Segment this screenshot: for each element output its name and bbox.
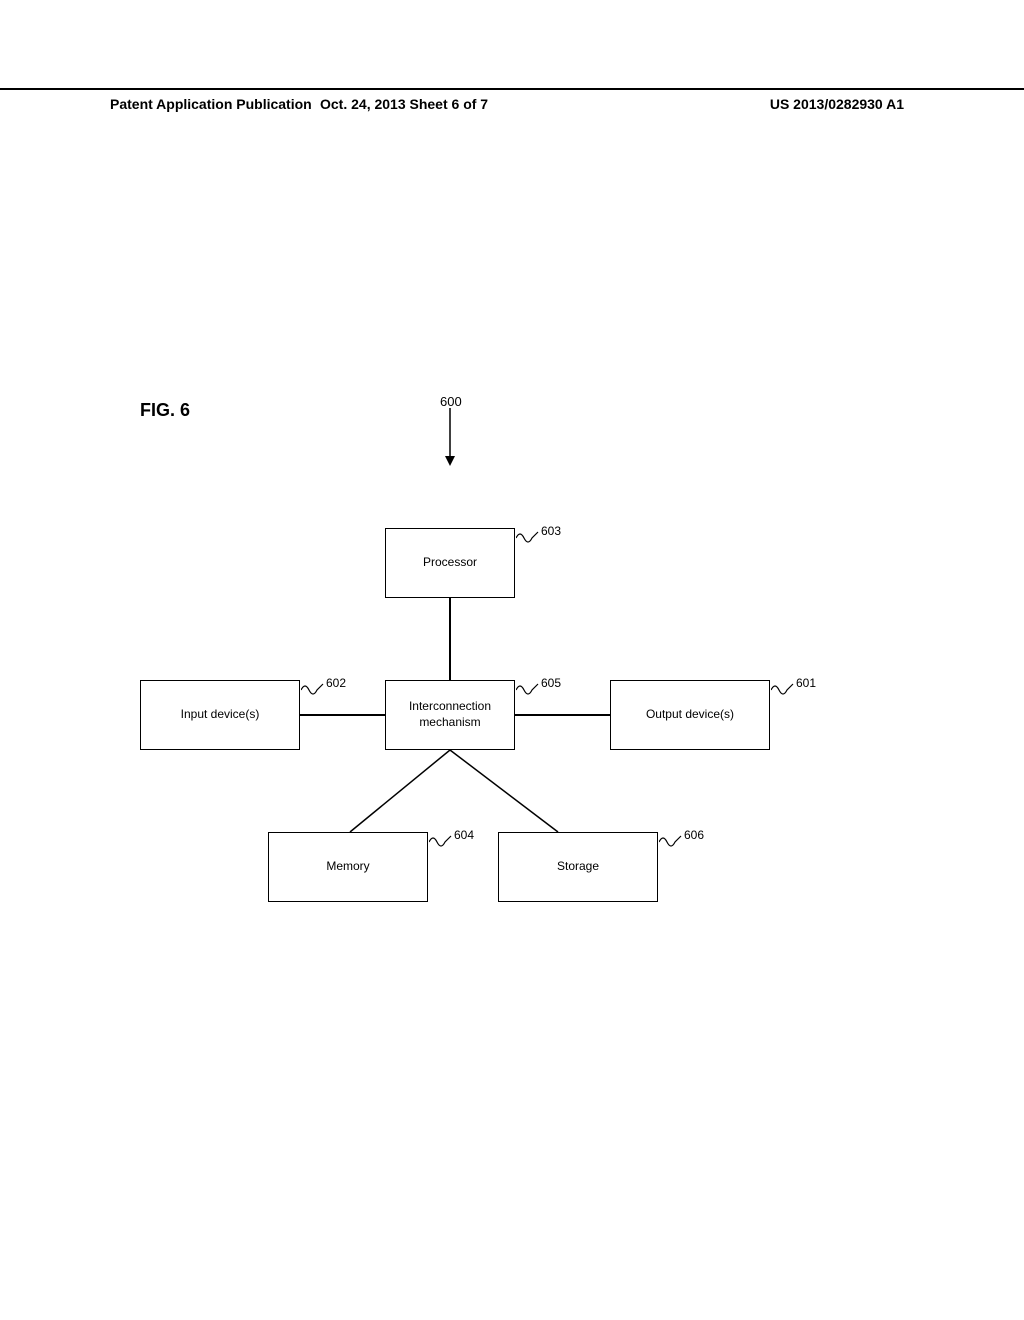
memory-label: Memory [326, 859, 369, 875]
input-ref: 602 [326, 676, 346, 690]
memory-leader-icon [429, 832, 453, 852]
connector-interconnect-output [515, 714, 610, 716]
input-leader-icon [301, 680, 325, 700]
memory-block: Memory [268, 832, 428, 902]
system-ref-label: 600 [440, 394, 462, 409]
header-right: US 2013/0282930 A1 [770, 96, 904, 112]
processor-leader-icon [516, 528, 540, 548]
page-header: Patent Application Publication Oct. 24, … [0, 88, 1024, 112]
output-block: Output device(s) [610, 680, 770, 750]
storage-block: Storage [498, 832, 658, 902]
interconnect-block: Interconnection mechanism [385, 680, 515, 750]
storage-label: Storage [557, 859, 599, 875]
output-ref: 601 [796, 676, 816, 690]
memory-ref: 604 [454, 828, 474, 842]
connector-processor-interconnect [449, 598, 451, 680]
storage-leader-icon [659, 832, 683, 852]
interconnect-leader-icon [516, 680, 540, 700]
output-leader-icon [771, 680, 795, 700]
interconnect-ref: 605 [541, 676, 561, 690]
processor-label: Processor [423, 555, 477, 571]
processor-ref: 603 [541, 524, 561, 538]
header-left: Patent Application Publication [110, 96, 312, 112]
connector-interconnect-storage [448, 750, 568, 840]
system-arrow-icon [440, 408, 460, 468]
output-label: Output device(s) [646, 707, 734, 723]
input-block: Input device(s) [140, 680, 300, 750]
connector-input-interconnect [300, 714, 385, 716]
interconnect-label: Interconnection mechanism [409, 699, 491, 730]
input-label: Input device(s) [181, 707, 260, 723]
figure-label: FIG. 6 [140, 400, 190, 421]
header-center: Oct. 24, 2013 Sheet 6 of 7 [320, 96, 488, 112]
storage-ref: 606 [684, 828, 704, 842]
processor-block: Processor [385, 528, 515, 598]
connector-interconnect-memory [340, 750, 460, 840]
